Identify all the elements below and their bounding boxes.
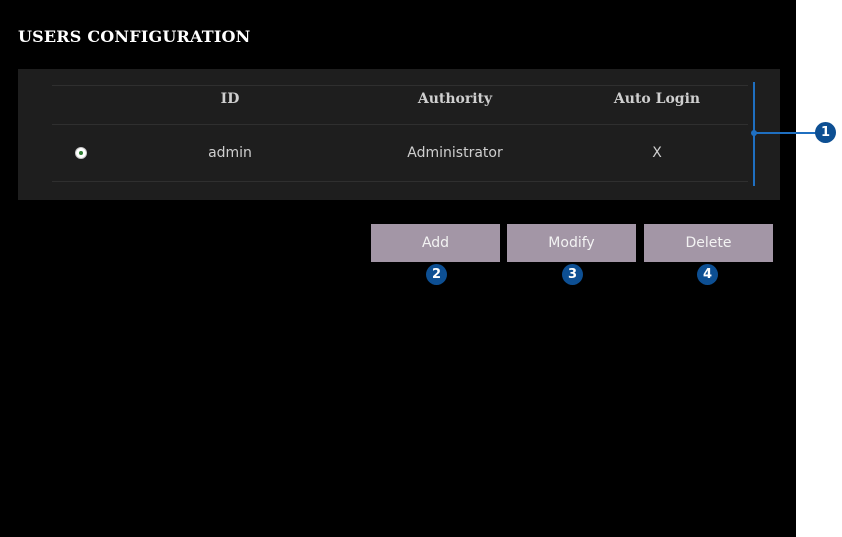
callout-badge-4: 4 xyxy=(697,264,718,285)
callout-badge-1: 1 xyxy=(815,122,836,143)
callout-leader-line xyxy=(753,132,817,134)
callout-badge-2: 2 xyxy=(426,264,447,285)
delete-button[interactable]: Delete xyxy=(644,224,773,262)
cell-auto-login: X xyxy=(652,145,662,161)
table-divider-header xyxy=(52,124,748,125)
callout-badge-3: 3 xyxy=(562,264,583,285)
page-title: USERS CONFIGURATION xyxy=(18,27,251,46)
cell-authority: Administrator xyxy=(407,145,503,161)
callout-leader-dot xyxy=(751,130,757,136)
table-divider-top xyxy=(52,85,748,86)
column-header-authority: Authority xyxy=(417,91,493,107)
column-header-id: ID xyxy=(220,91,240,107)
row-select-radio[interactable] xyxy=(76,148,86,158)
users-configuration-panel: USERS CONFIGURATION ID Authority Auto Lo… xyxy=(0,0,796,537)
users-table: ID Authority Auto Login admin Administra… xyxy=(18,69,780,200)
table-divider-bottom xyxy=(52,181,748,182)
column-header-auto-login: Auto Login xyxy=(613,91,701,107)
modify-button[interactable]: Modify xyxy=(507,224,636,262)
cell-id: admin xyxy=(208,145,252,161)
add-button[interactable]: Add xyxy=(371,224,500,262)
